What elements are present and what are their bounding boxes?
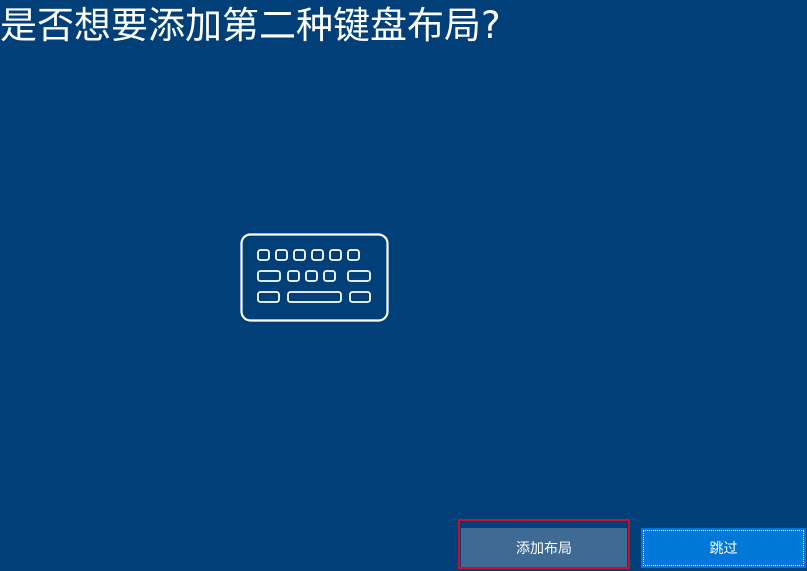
add-layout-button[interactable]: 添加布局 — [461, 528, 627, 568]
page-title: 是否想要添加第二种键盘布局? — [0, 4, 501, 47]
oobe-keyboard-layout-page: 是否想要添加第二种键盘布局? 添加布局 跳过 — [0, 0, 807, 571]
skip-button[interactable]: 跳过 — [641, 528, 806, 568]
skip-button-label: 跳过 — [709, 541, 738, 557]
add-layout-button-label: 添加布局 — [516, 541, 572, 557]
keyboard-icon — [240, 233, 389, 322]
